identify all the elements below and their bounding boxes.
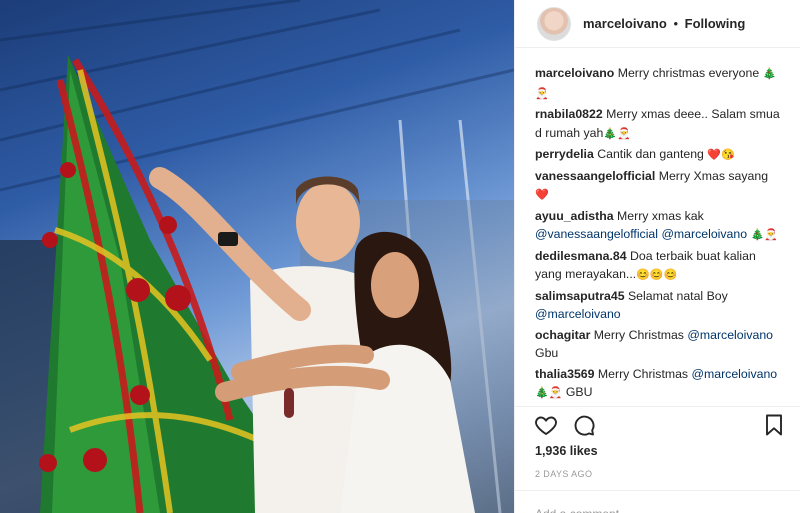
post-sidebar: marceloivano • Following marceloivano Me… [514, 0, 800, 513]
post-photo[interactable] [0, 0, 514, 513]
action-bar [515, 406, 800, 442]
save-button[interactable] [761, 412, 787, 438]
comment-text: Merry Xmas sayang [658, 168, 769, 183]
author-avatar[interactable] [537, 6, 571, 41]
comment-item: perrydelia Cantik dan ganteng ❤️😘 [535, 145, 781, 165]
post-timestamp[interactable]: 2 DAYS AGO [535, 469, 592, 479]
speech-bubble-icon [574, 415, 595, 436]
heart-icon [535, 416, 557, 435]
comment-text: Merry xmas kak [617, 208, 704, 223]
emoji: 🎄🎅 [750, 229, 778, 241]
comment-item: vanessaangelofficial Merry Xmas sayang ❤… [535, 167, 781, 205]
comment-text: GBU [562, 385, 593, 399]
comment-text: Selamat natal Boy [627, 288, 728, 303]
comment-username[interactable]: marceloivano [535, 66, 614, 80]
comment-item: dedilesmana.84 Doa terbaik buat kalian y… [535, 247, 781, 285]
comment-text: Merry Christmas [597, 366, 692, 381]
comment-text: Cantik dan ganteng [597, 147, 708, 161]
photo-illustration [0, 0, 514, 513]
emoji: ❤️ [535, 189, 549, 201]
mention-link[interactable]: @marceloivano [692, 367, 778, 381]
mention-link[interactable]: @marceloivano [535, 307, 621, 321]
comment-username[interactable]: thalia3569 [535, 367, 594, 381]
comment-item: salimsaputra45 Selamat natal Boy @marcel… [535, 287, 781, 324]
mention-link[interactable]: @vanessaangelofficial [535, 227, 658, 241]
following-button[interactable]: Following [685, 16, 746, 31]
header-text: marceloivano • Following [583, 16, 745, 31]
comment-list: marceloivano Merry christmas everyone 🎄🎅… [515, 64, 800, 400]
mention-link[interactable]: @marceloivano [661, 227, 747, 241]
comment-username[interactable]: perrydelia [535, 147, 594, 161]
comment-username[interactable]: dedilesmana.84 [535, 249, 627, 263]
comment-button[interactable] [571, 412, 597, 438]
emoji: 🎄🎅 [603, 127, 631, 140]
emoji: 😊😊😊 [636, 269, 678, 281]
bookmark-icon [766, 414, 782, 435]
comment-item: marceloivano Merry christmas everyone 🎄🎅 [535, 64, 781, 103]
add-comment-input[interactable] [535, 507, 781, 513]
comment-text: Merry Christmas [593, 327, 688, 342]
like-count[interactable]: 1,936 likes [535, 444, 598, 458]
comment-username[interactable]: ochagitar [535, 328, 590, 342]
comment-item: thalia3569 Merry Christmas @marceloivano… [535, 365, 781, 401]
comment-username[interactable]: vanessaangelofficial [535, 169, 655, 183]
author-username[interactable]: marceloivano [583, 16, 667, 31]
emoji: 🎄🎅 [535, 387, 563, 399]
comment-username[interactable]: rnabila0822 [535, 107, 603, 121]
like-button[interactable] [533, 412, 559, 438]
comment-username[interactable]: ayuu_adistha [535, 209, 614, 223]
comment-item: ayuu_adistha Merry xmas kak @vanessaange… [535, 207, 781, 245]
comment-item: ochagitar Merry Christmas @marceloivano … [535, 326, 781, 363]
mention-link[interactable]: @marceloivano [687, 328, 773, 342]
comment-item: rnabila0822 Merry xmas deee.. Salam smua… [535, 105, 781, 143]
comment-text: Gbu [535, 346, 559, 360]
post-header: marceloivano • Following [515, 0, 800, 48]
comment-text: Merry christmas everyone [617, 66, 763, 80]
header-separator: • [673, 16, 679, 31]
add-comment-bar [515, 490, 800, 513]
emoji: ❤️😘 [707, 149, 735, 161]
comment-username[interactable]: salimsaputra45 [535, 289, 625, 303]
